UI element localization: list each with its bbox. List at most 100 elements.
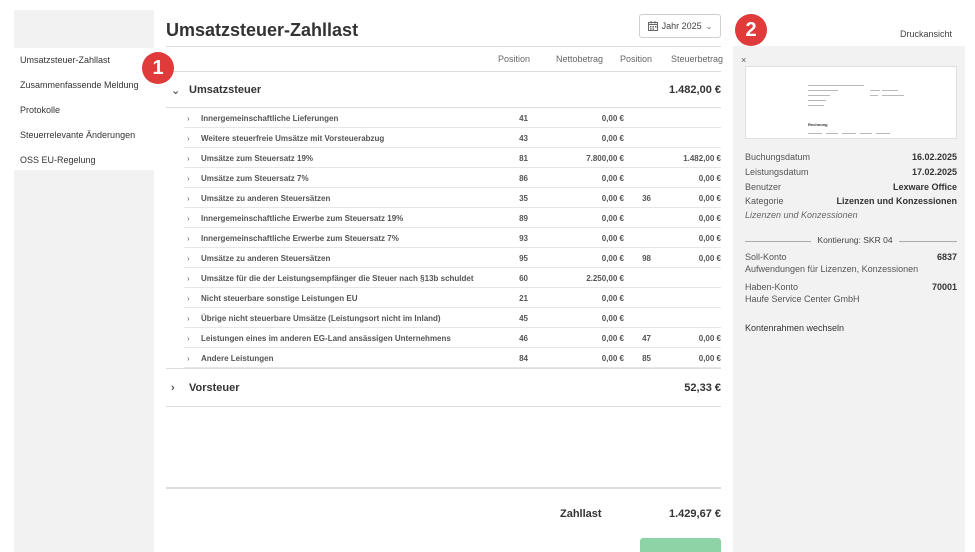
column-headers: Position Nettobetrag Position Steuerbetr… bbox=[166, 54, 724, 68]
row-label: Innergemeinschaftliche Erwerbe zum Steue… bbox=[201, 214, 404, 223]
group-value: 1.482,00 € bbox=[669, 84, 721, 96]
row-label: Leistungen eines im anderen EG-Land ansä… bbox=[201, 334, 451, 343]
row-position: 46 bbox=[519, 334, 528, 343]
row-tax-amount: 0,00 € bbox=[698, 354, 721, 363]
row-tax-amount: 0,00 € bbox=[698, 194, 721, 203]
kontenrahmen-wechseln-link[interactable]: Kontenrahmen wechseln bbox=[745, 323, 844, 333]
column-header-divider bbox=[166, 71, 721, 72]
chevron-down-icon: ⌄ bbox=[171, 84, 181, 97]
table-row[interactable]: › Weitere steuerfreie Umsätze mit Vorsteu… bbox=[184, 128, 721, 148]
row-net-amount: 0,00 € bbox=[601, 294, 624, 303]
soll-konto-number: 6837 bbox=[936, 252, 957, 262]
row-net-amount: 0,00 € bbox=[601, 214, 624, 223]
callout-badge-2: 2 bbox=[735, 14, 767, 46]
chevron-right-icon: › bbox=[187, 194, 190, 203]
sidebar-nav: Umsatzsteuer-Zahllast Zusammenfassende M… bbox=[14, 48, 154, 173]
row-tax-amount: 1.482,00 € bbox=[683, 154, 721, 163]
table-row[interactable]: › Umsätze zu anderen Steuersätzen 35 0,00 €… bbox=[184, 188, 721, 208]
row-net-amount: 7.800,00 € bbox=[586, 154, 624, 163]
row-position: 21 bbox=[519, 294, 528, 303]
table-row[interactable]: › Umsätze zu anderen Steuersätzen 95 0,00 €… bbox=[184, 248, 721, 268]
row-label: Umsätze für die der Leistungsempfänger d… bbox=[201, 274, 474, 283]
field-benutzer: Benutzer Lexware Office bbox=[745, 182, 957, 196]
category-note: Lizenzen und Konzessionen bbox=[745, 210, 858, 220]
table-row[interactable]: › Innergemeinschaftliche Erwerbe zum Steu… bbox=[184, 208, 721, 228]
chevron-right-icon: › bbox=[187, 334, 190, 343]
row-position: 89 bbox=[519, 214, 528, 223]
row-position-2: 36 bbox=[642, 194, 651, 203]
row-tax-amount: 0,00 € bbox=[698, 174, 721, 183]
close-icon[interactable]: × bbox=[741, 55, 746, 65]
row-label: Umsätze zu anderen Steuersätzen bbox=[201, 194, 331, 203]
table-row[interactable]: › Andere Leistungen 84 0,00 € 85 0,00 € bbox=[184, 348, 721, 368]
chevron-right-icon: › bbox=[187, 234, 190, 243]
group-label: Umsatzsteuer bbox=[189, 84, 262, 96]
chevron-right-icon: › bbox=[187, 154, 190, 163]
field-value: Lexware Office bbox=[892, 182, 957, 192]
row-tax-amount: 0,00 € bbox=[698, 254, 721, 263]
page-title: Umsatzsteuer-Zahllast bbox=[166, 20, 359, 40]
sidebar-item-steuerrelevante-aenderungen[interactable]: Steuerrelevante Änderungen bbox=[14, 123, 154, 148]
chevron-right-icon: › bbox=[187, 274, 190, 283]
table-row[interactable]: › Leistungen eines im anderen EG-Land ans… bbox=[184, 328, 721, 348]
row-label: Übrige nicht steuerbare Umsätze (Leistun… bbox=[201, 314, 441, 323]
sidebar-item-umsatzsteuer-zahllast[interactable]: Umsatzsteuer-Zahllast bbox=[14, 48, 154, 73]
chevron-right-icon: › bbox=[187, 114, 190, 123]
row-net-amount: 0,00 € bbox=[601, 314, 624, 323]
table-row[interactable]: › Umsätze für die der Leistungsempfänger … bbox=[184, 268, 721, 288]
sidebar-item-protokolle[interactable]: Protokolle bbox=[14, 98, 154, 123]
preview-line bbox=[826, 133, 838, 134]
row-position: 93 bbox=[519, 234, 528, 243]
preview-line bbox=[870, 95, 878, 96]
row-label: Umsätze zum Steuersatz 7% bbox=[201, 174, 309, 183]
haben-konto-label: Haben-Konto bbox=[745, 282, 799, 292]
print-view-link[interactable]: Druckansicht bbox=[900, 29, 952, 39]
row-net-amount: 0,00 € bbox=[601, 234, 624, 243]
action-button[interactable] bbox=[640, 538, 721, 552]
table-row[interactable]: › Innergemeinschaftliche Erwerbe zum Steu… bbox=[184, 228, 721, 248]
row-position: 86 bbox=[519, 174, 528, 183]
row-position-2: 98 bbox=[642, 254, 651, 263]
preview-title: Rechnung bbox=[808, 122, 828, 127]
field-value: Lizenzen und Konzessionen bbox=[836, 196, 957, 206]
table-row[interactable]: › Nicht steuerbare sonstige Leistungen EU… bbox=[184, 288, 721, 308]
row-net-amount: 0,00 € bbox=[601, 174, 624, 183]
sidebar: Umsatzsteuer-Zahllast Zusammenfassende M… bbox=[14, 10, 154, 552]
row-label: Nicht steuerbare sonstige Leistungen EU bbox=[201, 294, 358, 303]
preview-line bbox=[876, 133, 890, 134]
row-net-amount: 0,00 € bbox=[601, 134, 624, 143]
preview-line bbox=[860, 133, 872, 134]
group-row-vorsteuer[interactable]: › Vorsteuer 52,33 € bbox=[166, 372, 721, 404]
chevron-right-icon: › bbox=[187, 354, 190, 363]
row-position: 84 bbox=[519, 354, 528, 363]
chevron-right-icon: › bbox=[187, 294, 190, 303]
field-key: Buchungsdatum bbox=[745, 152, 811, 162]
document-preview[interactable]: Rechnung bbox=[745, 66, 957, 139]
row-net-amount: 0,00 € bbox=[601, 254, 624, 263]
year-selector-label: Jahr 2025 bbox=[661, 21, 702, 31]
table-row[interactable]: › Innergemeinschaftliche Lieferungen 41 0,0… bbox=[184, 108, 721, 128]
main-content: Umsatzsteuer-Zahllast Jahr 2025 ⌄ Positi… bbox=[154, 10, 733, 552]
table-row[interactable]: › Umsätze zum Steuersatz 19% 81 7.800,00 € 1… bbox=[184, 148, 721, 168]
total-label: Zahllast bbox=[560, 508, 602, 520]
row-net-amount: 2.250,00 € bbox=[586, 274, 624, 283]
column-header-nettobetrag: Nettobetrag bbox=[556, 54, 604, 64]
sidebar-header bbox=[14, 10, 154, 48]
table-row[interactable]: › Übrige nicht steuerbare Umsätze (Leistu… bbox=[184, 308, 721, 328]
row-tax-amount: 0,00 € bbox=[698, 234, 721, 243]
field-kategorie: Kategorie Lizenzen und Konzessionen bbox=[745, 196, 957, 210]
table-row[interactable]: › Umsätze zum Steuersatz 7% 86 0,00 € 0,00 € bbox=[184, 168, 721, 188]
sidebar-item-zusammenfassende-meldung[interactable]: Zusammenfassende Meldung bbox=[14, 73, 154, 98]
chevron-right-icon: › bbox=[187, 174, 190, 183]
group-row-umsatzsteuer[interactable]: ⌄ Umsatzsteuer 1.482,00 € bbox=[166, 74, 721, 106]
column-header-steuerbetrag: Steuerbetrag bbox=[671, 54, 724, 64]
detail-panel: × Rechnung Buchungsdatum 16.02.2025 Leis… bbox=[733, 46, 965, 552]
soll-konto-description: Aufwendungen für Lizenzen, Konzessionen bbox=[745, 264, 919, 274]
divider-line bbox=[745, 241, 811, 242]
preview-line bbox=[882, 95, 904, 96]
year-selector-button[interactable]: Jahr 2025 ⌄ bbox=[639, 14, 721, 38]
row-label: Innergemeinschaftliche Lieferungen bbox=[201, 114, 339, 123]
soll-konto-label: Soll-Konto bbox=[745, 252, 787, 262]
preview-line bbox=[808, 90, 838, 91]
row-position: 95 bbox=[519, 254, 528, 263]
